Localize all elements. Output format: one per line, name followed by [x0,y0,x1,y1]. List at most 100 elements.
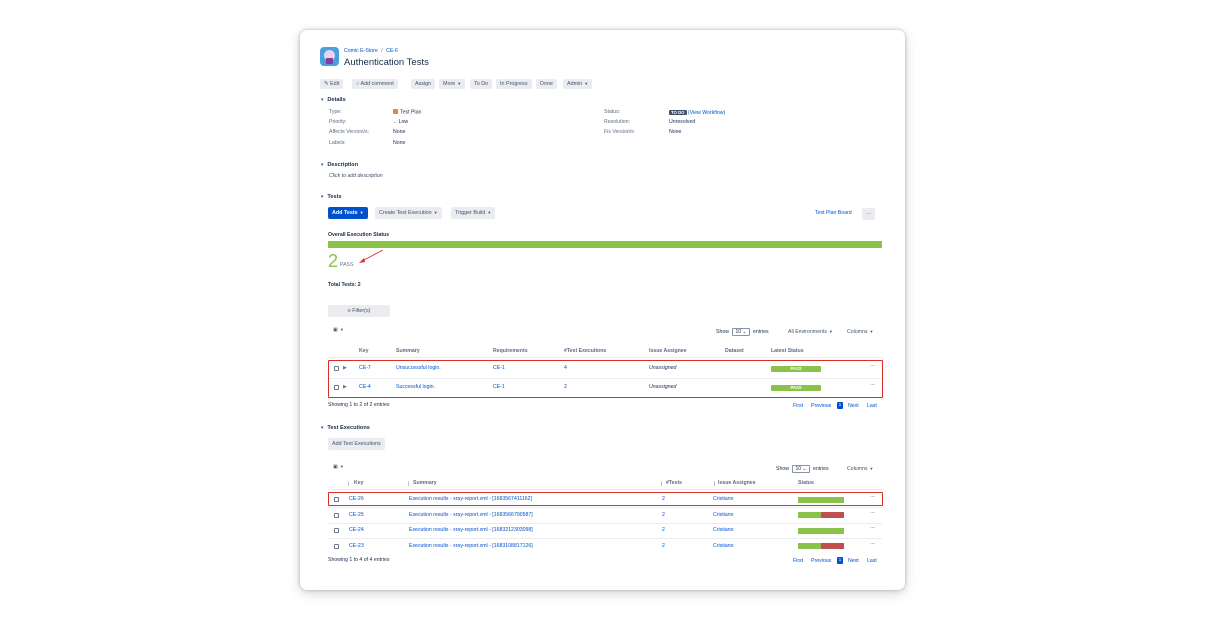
row-checkbox[interactable] [334,543,339,549]
add-test-executions-button[interactable]: Add Test Executions [328,438,385,450]
play-icon[interactable]: ▶ [343,365,347,371]
execution-test-count[interactable]: 2 [662,527,665,534]
test-key[interactable]: CE-4 [359,384,371,391]
test-key[interactable]: CE-7 [359,365,371,372]
tests-view-toggle[interactable]: ▣ ▼ [333,326,344,334]
entries-select[interactable]: 10 ⌄ [792,465,810,473]
view-workflow-link[interactable]: (View Workflow) [688,110,725,116]
test-requirement[interactable]: CE-1 [493,384,505,391]
col-issue-assignee[interactable]: Issue Assignee [649,348,687,355]
pager-last[interactable]: Last [867,403,877,409]
execution-test-count[interactable]: 2 [662,512,665,519]
test-summary[interactable]: Unsuccessful login. [396,365,441,372]
execution-summary[interactable]: Execution results - xray-report.xml - [1… [409,543,533,550]
add-comment-button[interactable]: ○ Add comment [352,79,398,89]
edit-button[interactable]: ✎ Edit [320,79,344,89]
execution-summary[interactable]: Execution results - xray-report.xml - [1… [409,527,533,534]
exec-col-tests[interactable]: #Tests [666,480,682,487]
pager-previous[interactable]: Previous [811,558,831,564]
row-checkbox[interactable] [334,528,339,533]
filter-button[interactable]: ≡ Filter(s) [328,305,390,317]
pager-next[interactable]: Next [848,403,859,409]
test-plan-icon [393,109,398,114]
add-tests-button[interactable]: Add Tests ▼ [328,207,368,219]
done-button[interactable]: Done [536,79,557,89]
tests-heading[interactable]: ▼ Tests [320,194,342,200]
row-checkbox[interactable] [334,366,339,371]
col-dataset[interactable]: Dataset [725,348,744,355]
in-progress-button[interactable]: In Progress [496,79,532,89]
test-plan-board-link[interactable]: Test Plan Board [815,210,852,217]
create-test-execution-button[interactable]: Create Test Execution ▼ [375,207,442,219]
test-execution-count[interactable]: 2 [564,384,567,391]
executions-columns-dropdown[interactable]: Columns ▼ [847,465,873,473]
row-actions-button[interactable]: ··· [870,525,875,531]
project-avatar[interactable] [320,47,339,66]
execution-assignee[interactable]: Cristiano [713,496,733,503]
pager-previous[interactable]: Previous [811,403,831,409]
row-actions-button[interactable]: ··· [870,382,875,388]
type-text: Test Plan [400,109,422,116]
tests-more-button[interactable]: ··· [862,208,876,220]
trigger-build-button[interactable]: Trigger Build ▼ [451,207,496,219]
execution-assignee[interactable]: Cristiano [713,527,733,534]
col-test-executions[interactable]: #Test Executions [564,348,606,355]
more-button[interactable]: More ▼ [439,79,466,89]
execution-test-count[interactable]: 2 [662,496,665,503]
tests-columns-dropdown[interactable]: Columns ▼ [847,328,873,336]
row-actions-button[interactable]: ··· [870,541,875,547]
exec-col-summary[interactable]: Summary [413,480,437,487]
description-heading[interactable]: ▼ Description [320,162,358,168]
exec-col-key[interactable]: Key [354,480,364,487]
execution-assignee[interactable]: Cristiano [713,543,733,550]
pager-current-page[interactable]: 1 [837,557,843,564]
test-summary[interactable]: Successful login. [396,384,435,391]
pager-current-page[interactable]: 1 [837,402,843,409]
pager-last[interactable]: Last [867,558,877,564]
test-executions-heading-label: Test Executions [327,425,370,431]
executions-view-toggle[interactable]: ▣ ▼ [333,463,344,471]
pager-next[interactable]: Next [848,558,859,564]
col-latest-status[interactable]: Latest Status [771,348,804,355]
execution-key[interactable]: CE-25 [349,512,364,519]
execution-key[interactable]: CE-26 [349,496,364,503]
test-execution-count[interactable]: 4 [564,365,567,372]
environments-dropdown[interactable]: All Environments ▼ [788,328,833,336]
table-view-icon: ▣ [333,464,338,470]
execution-assignee[interactable]: Cristiano [713,512,733,519]
entries-select[interactable]: 10 ⌄ [732,328,750,336]
col-summary[interactable]: Summary [396,348,420,355]
breadcrumb-issue-key[interactable]: CE-6 [386,48,398,54]
trigger-build-label: Trigger Build [455,210,486,216]
test-executions-heading[interactable]: ▼ Test Executions [320,425,370,431]
row-actions-button[interactable]: ··· [870,363,875,369]
add-comment-label: Add comment [360,81,394,87]
pager-first[interactable]: First [793,558,803,564]
to-do-button[interactable]: To Do [470,79,493,89]
exec-col-status[interactable]: Status [798,480,814,487]
execution-test-count[interactable]: 2 [662,543,665,550]
assign-button[interactable]: Assign [411,79,436,89]
row-checkbox[interactable] [334,512,339,518]
tests-entries-control: Show 10 ⌄ entries [716,328,769,336]
row-actions-button[interactable]: ··· [870,510,875,516]
row-checkbox[interactable] [334,497,339,502]
overall-status-bar [328,241,882,248]
exec-col-assignee[interactable]: Issue Assignee [718,480,756,487]
test-requirement[interactable]: CE-1 [493,365,505,372]
col-key[interactable]: Key [359,348,369,355]
col-requirements[interactable]: Requirements [493,348,528,355]
execution-key[interactable]: CE-24 [349,527,364,534]
execution-summary[interactable]: Execution results - xray-report.xml - [1… [409,496,532,503]
execution-summary[interactable]: Execution results - xray-report.xml - [1… [409,512,533,519]
breadcrumb-project[interactable]: Comic E-Store [344,48,378,54]
description-placeholder[interactable]: Click to add description [329,173,383,180]
details-heading[interactable]: ▼ Details [320,97,346,103]
admin-button[interactable]: Admin ▼ [563,79,593,89]
play-icon[interactable]: ▶ [343,384,347,390]
row-actions-button[interactable]: ··· [870,494,875,500]
pager-first[interactable]: First [793,403,803,409]
execution-key[interactable]: CE-23 [349,543,364,550]
overall-status-label: Overall Execution Status [328,232,390,238]
row-checkbox[interactable] [334,385,339,390]
